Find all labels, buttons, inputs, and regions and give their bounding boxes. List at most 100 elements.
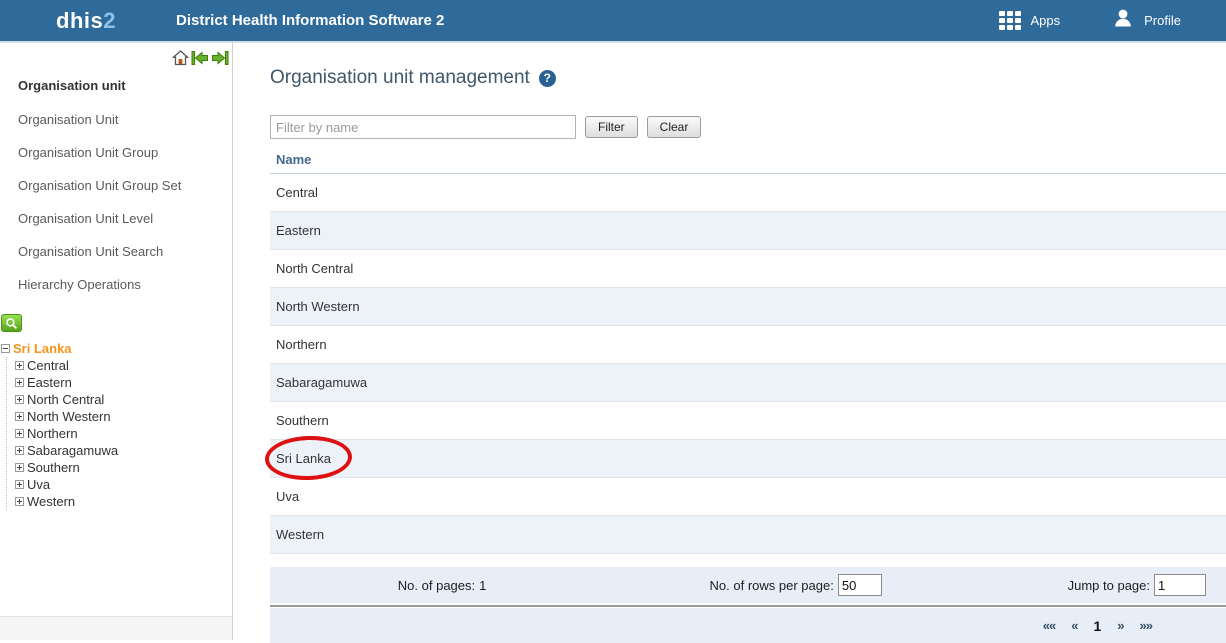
top-header-bar: dhis2 District Health Information Softwa… xyxy=(0,0,1226,43)
tree-node[interactable]: Southern xyxy=(15,459,232,476)
row-label: North Central xyxy=(276,261,353,276)
forward-arrow-icon[interactable] xyxy=(211,50,229,66)
table-row[interactable]: Uva xyxy=(270,478,1226,516)
home-icon[interactable] xyxy=(172,50,189,66)
row-label: North Western xyxy=(276,299,360,314)
main-content: Organisation unit management Filter Clea… xyxy=(233,43,1226,640)
tree-node[interactable]: Central xyxy=(15,357,232,374)
expand-icon[interactable] xyxy=(15,395,24,404)
tree-node-label[interactable]: Sabaragamuwa xyxy=(27,443,118,458)
sidebar-menu: Organisation Unit Organisation Unit Grou… xyxy=(0,103,232,301)
row-label: Uva xyxy=(276,489,299,504)
next-page-button[interactable]: » xyxy=(1117,618,1123,633)
tree-root-label[interactable]: Sri Lanka xyxy=(13,341,72,356)
jump-to-page-label: Jump to page: xyxy=(1068,578,1150,593)
org-unit-tree: Sri Lanka Central Eastern North Central … xyxy=(1,340,232,510)
sidebar-item-organisation-unit-group-set[interactable]: Organisation Unit Group Set xyxy=(0,169,232,202)
profile-icon xyxy=(1112,7,1134,34)
filter-bar: Filter Clear xyxy=(270,115,1226,139)
tree-node-label[interactable]: North Central xyxy=(27,392,104,407)
table-row[interactable]: Sabaragamuwa xyxy=(270,364,1226,402)
jump-to-page-input[interactable] xyxy=(1154,574,1206,596)
clear-button[interactable]: Clear xyxy=(647,116,702,138)
last-page-button[interactable]: »» xyxy=(1140,618,1152,633)
current-page-number[interactable]: 1 xyxy=(1094,618,1102,634)
tree-node[interactable]: Uva xyxy=(15,476,232,493)
pagination-controls-row: «« « 1 » »» xyxy=(270,608,1226,643)
page-title: Organisation unit management xyxy=(270,67,530,89)
table-row[interactable]: Eastern xyxy=(270,212,1226,250)
name-column-header: Name xyxy=(270,146,1226,174)
filter-button[interactable]: Filter xyxy=(585,116,638,138)
sidebar-item-organisation-unit[interactable]: Organisation Unit xyxy=(0,103,232,136)
back-arrow-icon[interactable] xyxy=(191,50,209,66)
tree-search-button[interactable] xyxy=(1,314,22,332)
table-row[interactable]: Central xyxy=(270,174,1226,212)
logo-accent: 2 xyxy=(103,8,116,33)
expand-icon[interactable] xyxy=(15,463,24,472)
org-unit-table: Name Central Eastern North Central North… xyxy=(270,146,1226,554)
table-row[interactable]: North Central xyxy=(270,250,1226,288)
sidebar-footer-strip xyxy=(0,616,232,640)
tree-node-label[interactable]: North Western xyxy=(27,409,111,424)
tree-node[interactable]: North Western xyxy=(15,408,232,425)
filter-by-name-input[interactable] xyxy=(270,115,576,139)
tree-node[interactable]: Eastern xyxy=(15,374,232,391)
row-label: Northern xyxy=(276,337,327,352)
prev-page-button[interactable]: « xyxy=(1071,618,1077,633)
sidebar-item-organisation-unit-search[interactable]: Organisation Unit Search xyxy=(0,235,232,268)
table-row[interactable]: Northern xyxy=(270,326,1226,364)
sidebar-item-organisation-unit-group[interactable]: Organisation Unit Group xyxy=(0,136,232,169)
expand-icon[interactable] xyxy=(15,361,24,370)
row-label: Sri Lanka xyxy=(276,451,331,466)
tree-node-label[interactable]: Central xyxy=(27,358,69,373)
apps-grid-icon xyxy=(999,11,1021,30)
tree-node-label[interactable]: Southern xyxy=(27,460,80,475)
expand-icon[interactable] xyxy=(15,480,24,489)
row-label: Sabaragamuwa xyxy=(276,375,367,390)
rows-per-page-input[interactable] xyxy=(838,574,882,596)
table-row[interactable]: Western xyxy=(270,516,1226,554)
no-of-pages-value: 1 xyxy=(479,578,486,593)
help-icon[interactable] xyxy=(539,70,556,87)
tree-node[interactable]: Northern xyxy=(15,425,232,442)
profile-label: Profile xyxy=(1144,13,1181,28)
sidebar-item-organisation-unit-level[interactable]: Organisation Unit Level xyxy=(0,202,232,235)
expand-icon[interactable] xyxy=(15,497,24,506)
tree-node[interactable]: North Central xyxy=(15,391,232,408)
collapse-icon[interactable] xyxy=(1,344,10,353)
tree-node-root[interactable]: Sri Lanka xyxy=(1,340,232,357)
profile-menu-button[interactable]: Profile xyxy=(1112,7,1181,34)
expand-icon[interactable] xyxy=(15,412,24,421)
tree-node-label[interactable]: Northern xyxy=(27,426,78,441)
dhis2-logo[interactable]: dhis2 xyxy=(0,8,116,34)
app-title: District Health Information Software 2 xyxy=(176,12,444,29)
sidebar-nav-icons xyxy=(172,50,229,66)
tree-node-label[interactable]: Eastern xyxy=(27,375,72,390)
row-label: Southern xyxy=(276,413,329,428)
tree-node-label[interactable]: Uva xyxy=(27,477,50,492)
table-row[interactable]: North Western xyxy=(270,288,1226,326)
expand-icon[interactable] xyxy=(15,378,24,387)
rows-per-page-label: No. of rows per page: xyxy=(710,578,834,593)
row-label: Western xyxy=(276,527,324,542)
table-footer: No. of pages: 1 No. of rows per page: Ju… xyxy=(270,567,1226,643)
tree-children: Central Eastern North Central North West… xyxy=(6,357,232,510)
row-label: Central xyxy=(276,185,318,200)
no-of-pages-label: No. of pages: xyxy=(398,578,475,593)
table-row[interactable]: Southern xyxy=(270,402,1226,440)
tree-node-label[interactable]: Western xyxy=(27,494,75,509)
tree-node[interactable]: Western xyxy=(15,493,232,510)
first-page-button[interactable]: «« xyxy=(1043,618,1055,633)
footer-divider xyxy=(270,605,1226,607)
search-icon xyxy=(5,317,18,330)
row-label: Eastern xyxy=(276,223,321,238)
apps-menu-button[interactable]: Apps xyxy=(999,11,1061,30)
expand-icon[interactable] xyxy=(15,429,24,438)
apps-label: Apps xyxy=(1031,13,1061,28)
left-sidebar: Organisation unit Organisation Unit Orga… xyxy=(0,43,233,640)
expand-icon[interactable] xyxy=(15,446,24,455)
table-row-sri-lanka[interactable]: Sri Lanka xyxy=(270,440,1226,478)
tree-node[interactable]: Sabaragamuwa xyxy=(15,442,232,459)
sidebar-item-hierarchy-operations[interactable]: Hierarchy Operations xyxy=(0,268,232,301)
